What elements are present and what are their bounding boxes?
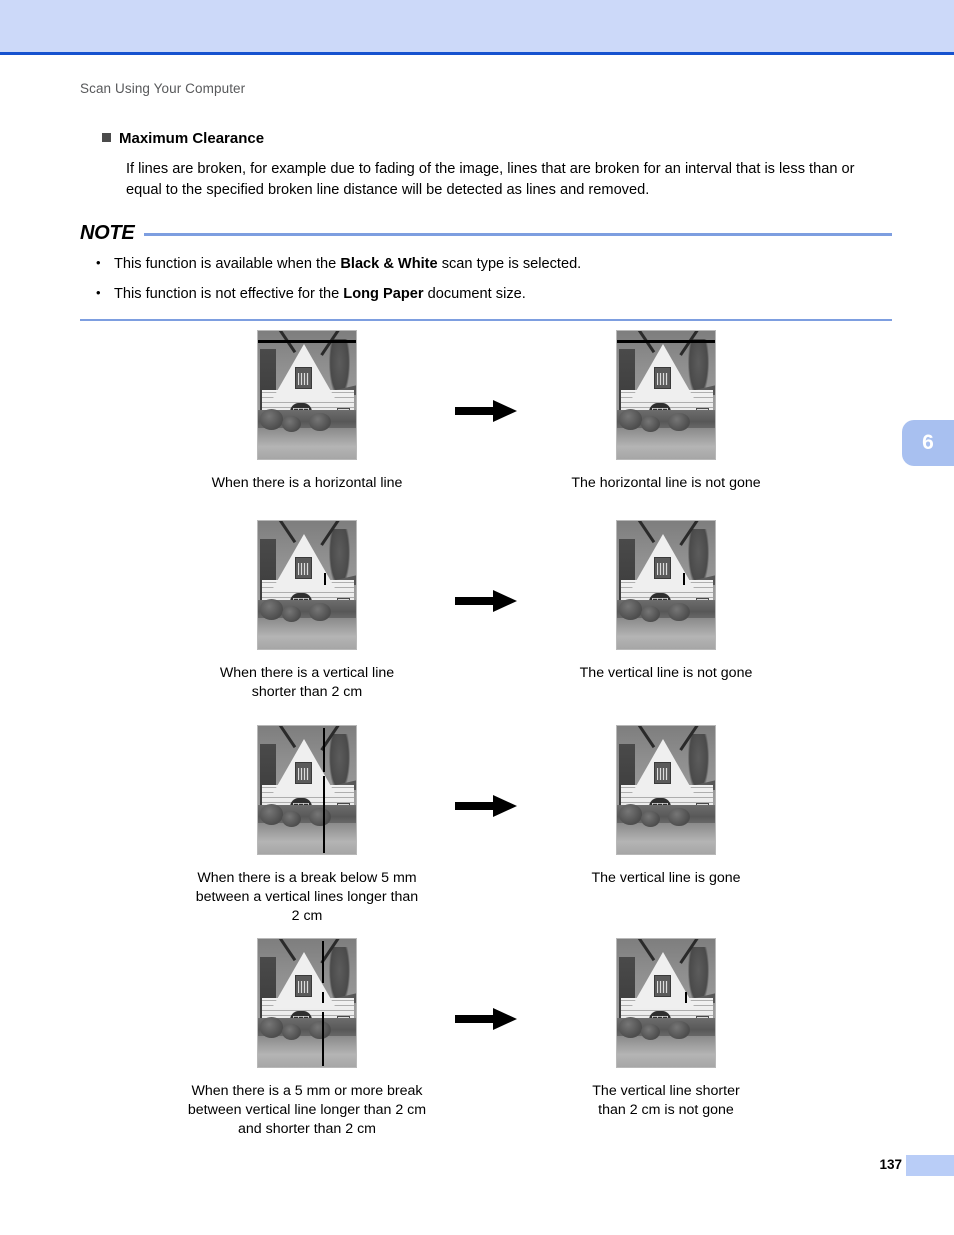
- figure-before-cell: When there is a break below 5 mm between…: [157, 725, 457, 926]
- defect-short-vertical-line: [322, 992, 324, 1003]
- figure-before-cell: When there is a horizontal line: [157, 330, 457, 493]
- defect-vertical-line-segment: [323, 776, 325, 853]
- note-title: NOTE: [80, 221, 135, 244]
- defect-horizontal-line: [617, 340, 715, 343]
- running-header-title: Scan Using Your Computer: [80, 81, 246, 96]
- figure-caption-after: The vertical line shorter than 2 cm is n…: [592, 1083, 740, 1118]
- section-heading: Maximum Clearance: [102, 130, 892, 147]
- defect-short-vertical-line: [685, 992, 687, 1003]
- chapter-number-tab: 6: [902, 420, 954, 466]
- section-body-paragraph: If lines are broken, for example due to …: [126, 161, 855, 199]
- defect-short-vertical-line: [324, 573, 326, 585]
- defect-vertical-line-segment: [322, 1012, 324, 1066]
- figure-caption-before: When there is a vertical line shorter th…: [219, 665, 395, 700]
- defect-short-vertical-line: [683, 573, 685, 585]
- figure-row: When there is a 5 mm or more break betwe…: [0, 938, 954, 1138]
- note-item-1-post: document size.: [423, 286, 526, 303]
- arrow-right-icon: [455, 398, 517, 424]
- figure-caption-before: When there is a 5 mm or more break betwe…: [187, 1083, 427, 1137]
- note-list-item: This function is not effective for the L…: [96, 279, 892, 309]
- figure-caption-after: The horizontal line is not gone: [571, 475, 761, 491]
- photo-before: [257, 520, 357, 650]
- square-bullet-icon: [102, 133, 111, 142]
- figure-row: When there is a horizontal line The hori…: [0, 330, 954, 520]
- figure-caption-after: The vertical line is gone: [591, 870, 741, 886]
- figure-after-cell: The horizontal line is not gone: [516, 330, 816, 493]
- figure-after-cell: The vertical line is gone: [516, 725, 816, 888]
- note-item-0-pre: This function is available when the: [114, 255, 341, 272]
- note-item-1-bold: Long Paper: [343, 286, 424, 303]
- figure-caption-before: When there is a horizontal line: [211, 475, 403, 491]
- photo-after: [616, 520, 716, 650]
- figure-before-cell: When there is a 5 mm or more break betwe…: [157, 938, 457, 1139]
- section-heading-label: Maximum Clearance: [119, 130, 265, 147]
- note-block: NOTE This function is available when the…: [80, 222, 892, 321]
- arrow-right-icon: [455, 793, 517, 819]
- arrow-right-icon: [455, 1006, 517, 1032]
- photo-before: [257, 330, 357, 460]
- figure-before-cell: When there is a vertical line shorter th…: [157, 520, 457, 702]
- photo-after: [616, 938, 716, 1068]
- note-item-0-bold: Black & White: [340, 255, 438, 272]
- defect-vertical-line-segment: [322, 941, 324, 983]
- figure-group: When there is a horizontal line The hori…: [0, 330, 954, 1138]
- footer-page-number: 137: [879, 1157, 902, 1172]
- figure-after-cell: The vertical line shorter than 2 cm is n…: [516, 938, 816, 1120]
- figure-after-cell: The vertical line is not gone: [516, 520, 816, 683]
- note-list: This function is available when the Blac…: [80, 249, 892, 310]
- photo-after: [616, 330, 716, 460]
- defect-horizontal-line: [258, 340, 356, 343]
- note-item-0-post: scan type is selected.: [437, 255, 582, 272]
- figure-caption-after: The vertical line is not gone: [579, 665, 753, 681]
- defect-vertical-line-segment: [323, 728, 325, 772]
- note-header-rule: [144, 233, 892, 236]
- main-content: Maximum Clearance If lines are broken, f…: [80, 130, 892, 321]
- arrow-right-icon: [455, 588, 517, 614]
- note-item-1-pre: This function is not effective for the: [114, 286, 344, 303]
- photo-before: [257, 725, 357, 855]
- footer-color-tab: [906, 1155, 954, 1176]
- photo-before: [257, 938, 357, 1068]
- photo-after: [616, 725, 716, 855]
- figure-row: When there is a vertical line shorter th…: [0, 520, 954, 725]
- page-top-banner: [0, 0, 954, 55]
- note-header: NOTE: [80, 222, 892, 245]
- figure-row: When there is a break below 5 mm between…: [0, 725, 954, 938]
- note-list-item: This function is available when the Blac…: [96, 249, 892, 279]
- figure-caption-before: When there is a break below 5 mm between…: [195, 870, 419, 924]
